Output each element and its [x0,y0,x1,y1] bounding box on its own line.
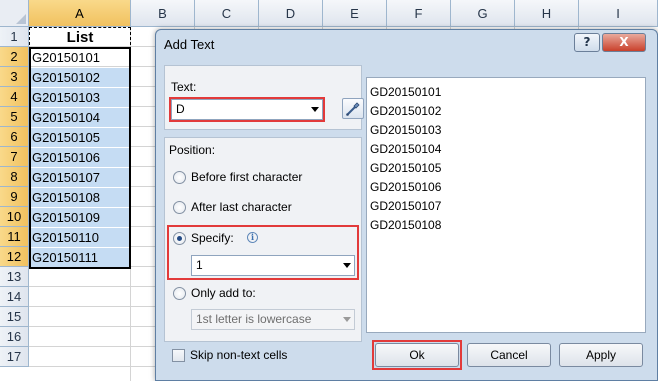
skip-non-text-label: Skip non-text cells [190,348,288,362]
dropdown-arrow-icon[interactable] [343,317,351,322]
preview-item: GD20150105 [370,161,442,175]
close-button[interactable]: X [602,33,646,52]
position-label: Position: [169,143,216,157]
preview-item: GD20150104 [370,142,442,156]
row-header-14[interactable]: 14 [0,287,29,307]
only-add-select[interactable]: 1st letter is lowercase [191,309,355,330]
row-header-3[interactable]: 3 [0,67,29,87]
preview-item: GD20150106 [370,180,442,194]
eyedropper-button[interactable] [342,98,364,119]
radio-after-last[interactable] [173,201,186,214]
radio-only-add-label: Only add to: [191,286,256,300]
radio-only-add[interactable] [173,287,186,300]
column-header-b[interactable]: B [131,0,195,27]
row-header-12[interactable]: 12 [0,247,29,267]
text-group: Text: D [164,65,364,130]
row-header-8[interactable]: 8 [0,167,29,187]
row-header-5[interactable]: 5 [0,107,29,127]
row-header-10[interactable]: 10 [0,207,29,227]
column-header-h[interactable]: H [515,0,579,27]
help-button[interactable]: ? [574,33,600,52]
row-header-16[interactable]: 16 [0,327,29,347]
dialog-title: Add Text [164,37,215,52]
column-header-e[interactable]: E [323,0,387,27]
preview-list: GD20150101 GD20150102 GD20150103 GD20150… [366,77,646,333]
row-header-4[interactable]: 4 [0,87,29,107]
cancel-button[interactable]: Cancel [467,343,551,367]
column-header-a[interactable]: A [29,0,131,27]
row-header-2[interactable]: 2 [0,47,29,67]
row-header-9[interactable]: 9 [0,187,29,207]
specify-highlight-box [167,225,359,280]
eyedropper-icon [346,102,360,116]
options-panel: Text: D Position: Before first character [164,65,364,342]
selection-border [29,47,131,269]
preview-item: GD20150101 [370,85,442,99]
column-header-d[interactable]: D [259,0,323,27]
column-header-c[interactable]: C [195,0,259,27]
row-header-7[interactable]: 7 [0,147,29,167]
text-label: Text: [171,80,197,94]
row-header-6[interactable]: 6 [0,127,29,147]
column-header-g[interactable]: G [451,0,515,27]
radio-before-first[interactable] [173,171,186,184]
dialog-titlebar[interactable]: Add Text ? X [156,30,657,59]
row-header-1[interactable]: 1 [0,27,29,47]
preview-item: GD20150102 [370,104,442,118]
apply-button[interactable]: Apply [559,343,643,367]
row-header-15[interactable]: 15 [0,307,29,327]
column-header-i[interactable]: I [579,0,658,27]
row-header-11[interactable]: 11 [0,227,29,247]
preview-item: GD20150108 [370,218,442,232]
row-header-17[interactable]: 17 [0,347,29,367]
position-group: Position: Before first character After l… [164,137,362,342]
skip-non-text-checkbox[interactable] [172,349,185,362]
radio-before-first-label: Before first character [191,170,303,184]
row-header-13[interactable]: 13 [0,267,29,287]
add-text-dialog: Add Text ? X Text: D Position: Before fi… [155,29,658,381]
preview-item: GD20150103 [370,123,442,137]
radio-after-last-label: After last character [191,200,292,214]
only-add-value: 1st letter is lowercase [196,312,312,326]
ok-highlight-box [372,340,462,370]
preview-item: GD20150107 [370,199,442,213]
column-header-f[interactable]: F [387,0,451,27]
text-highlight-box [169,97,325,122]
select-all-corner[interactable] [0,0,29,27]
